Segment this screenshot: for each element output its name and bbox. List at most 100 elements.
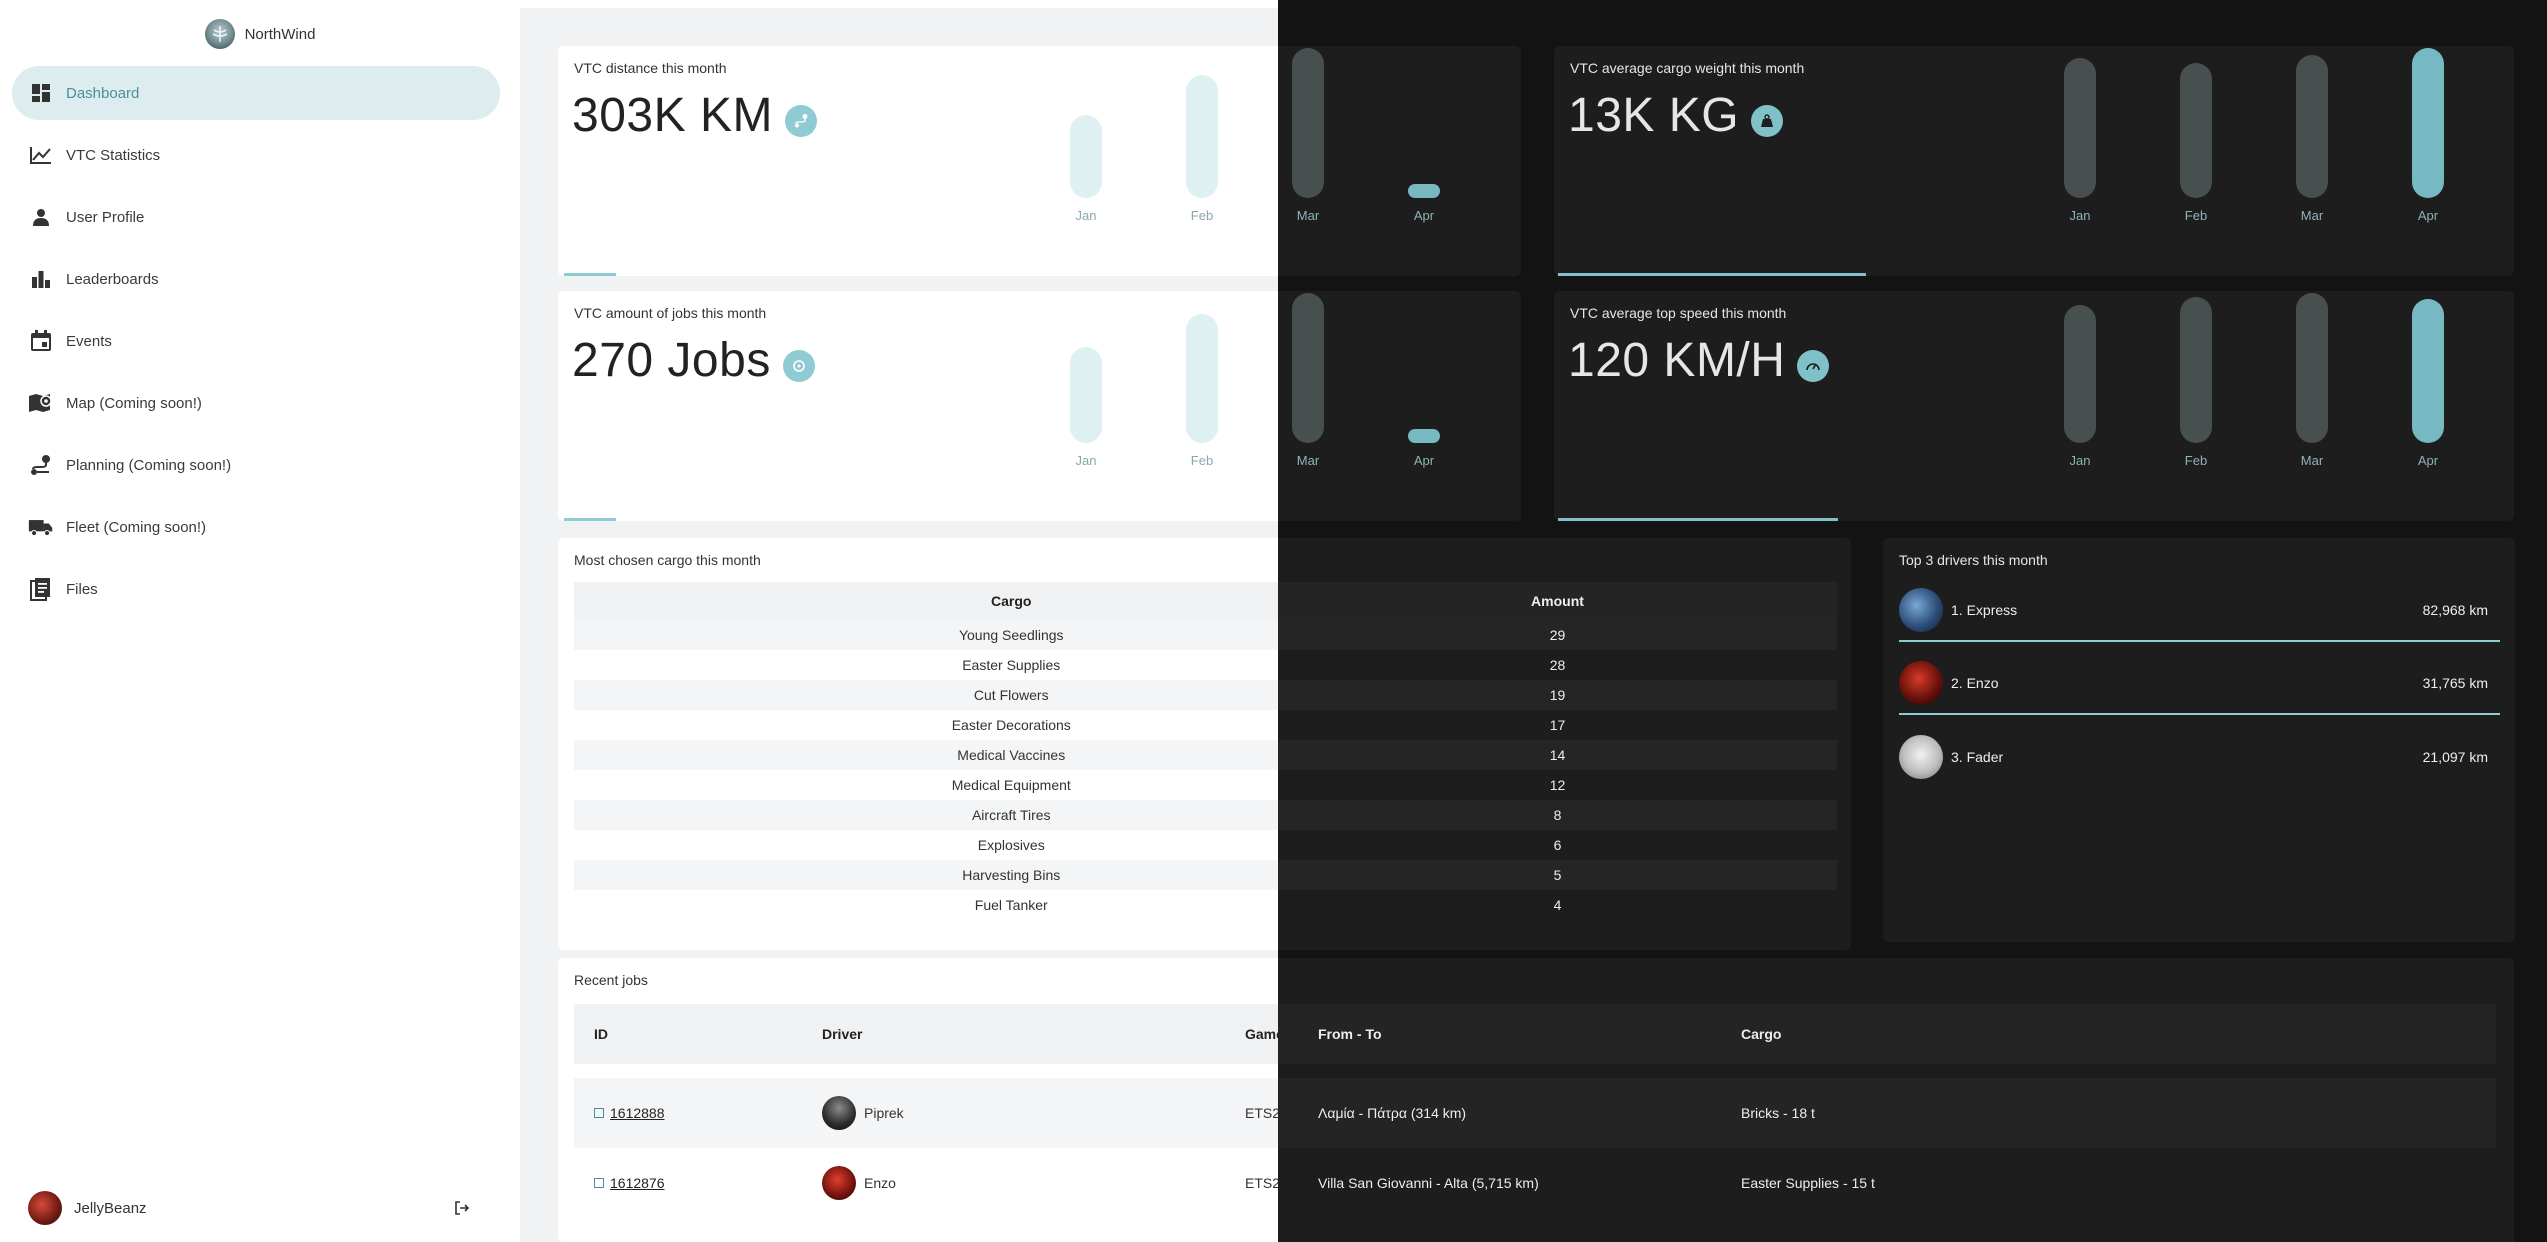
user-profile-row: JellyBeanz — [28, 1184, 473, 1232]
driver-distance: 21,097 km — [2422, 749, 2488, 765]
list-item[interactable]: 3. Fader 21,097 km — [1899, 726, 2500, 788]
bar-label: Apr — [1413, 453, 1435, 468]
list-item[interactable]: 1. Express 82,968 km — [1899, 580, 2500, 642]
bar-label: Feb — [1190, 453, 1214, 468]
bar-label: Mar — [1296, 453, 1320, 468]
sidebar-item-map[interactable]: Map (Coming soon!) — [12, 376, 500, 430]
sidebar-item-fleet[interactable]: Fleet (Coming soon!) — [12, 500, 500, 554]
avatar[interactable] — [28, 1191, 62, 1225]
bar-label: Mar — [2300, 208, 2324, 223]
external-link-icon — [594, 1178, 604, 1188]
bar-label: Feb — [1190, 208, 1214, 223]
table-row: Λαμία - Πάτρα (314 km) Bricks - 18 t — [1278, 1078, 2496, 1148]
sidebar-item-user-profile[interactable]: User Profile — [12, 190, 500, 244]
card-progress-bar — [564, 273, 616, 276]
bar-jan[interactable] — [2064, 305, 2096, 443]
bar-feb[interactable] — [2180, 63, 2212, 198]
mini-bar-chart-dark: Mar Apr — [1278, 293, 1521, 483]
cargo-amount: 12 — [1278, 770, 1837, 800]
sidebar-item-vtc-statistics[interactable]: VTC Statistics — [12, 128, 500, 182]
dashboard-icon — [28, 80, 54, 106]
bar-label: Jan — [1075, 453, 1097, 468]
driver-distance: 82,968 km — [2422, 602, 2488, 618]
sidebar-item-label: Map (Coming soon!) — [66, 394, 202, 412]
bar-apr[interactable] — [1408, 429, 1440, 443]
stat-card-jobs-dark: Mar Apr — [1278, 291, 1521, 521]
sidebar-item-dashboard[interactable]: Dashboard — [12, 66, 500, 120]
driver-name: 1. Express — [1951, 602, 2018, 618]
bar-label: Feb — [2184, 208, 2208, 223]
bar-label: Mar — [2300, 453, 2324, 468]
bar-label: Jan — [2069, 453, 2091, 468]
bar-apr[interactable] — [2412, 299, 2444, 443]
truck-icon — [28, 514, 54, 540]
route-icon — [28, 452, 54, 478]
box-icon — [782, 349, 815, 382]
person-icon — [28, 204, 54, 230]
bar-jan[interactable] — [2064, 58, 2096, 198]
brand-name: NorthWind — [244, 25, 316, 43]
bar-mar[interactable] — [1292, 48, 1324, 198]
bar-label: Apr — [2417, 208, 2439, 223]
bar-mar[interactable] — [2296, 55, 2328, 198]
sidebar-item-label: User Profile — [66, 208, 145, 226]
job-id-link[interactable]: 1612888 — [594, 1105, 665, 1121]
cargo-amount: 28 — [1278, 650, 1837, 680]
job-id: 1612888 — [610, 1105, 665, 1121]
brand[interactable]: NorthWind — [0, 18, 520, 50]
avatar — [1899, 735, 1943, 779]
sidebar-item-leaderboards[interactable]: Leaderboards — [12, 252, 500, 306]
cargo-amount: 14 — [1278, 740, 1837, 770]
bar-chart-icon — [28, 266, 54, 292]
driver-distance: 31,765 km — [2422, 675, 2488, 691]
stat-title: VTC distance this month — [574, 60, 727, 76]
stat-value: 303K KM — [572, 89, 773, 142]
job-id: 1612876 — [610, 1175, 665, 1191]
column-header[interactable]: Driver — [802, 1004, 1225, 1064]
sidebar-item-planning[interactable]: Planning (Coming soon!) — [12, 438, 500, 492]
bar-label: Apr — [2417, 453, 2439, 468]
bar-mar[interactable] — [1292, 293, 1324, 443]
cargo-amount: 4 — [1278, 890, 1837, 920]
mini-bar-chart: Jan Feb Mar Apr — [1554, 293, 2514, 483]
sidebar-item-label: Dashboard — [66, 84, 140, 102]
top-drivers-card: Top 3 drivers this month 1. Express 82,9… — [1883, 538, 2515, 942]
mini-bar-chart-dark: Mar Apr — [1278, 48, 1521, 238]
bar-mar[interactable] — [2296, 293, 2328, 443]
sidebar-item-events[interactable]: Events — [12, 314, 500, 368]
bar-apr[interactable] — [1408, 184, 1440, 198]
calendar-icon — [28, 328, 54, 354]
column-header[interactable]: From - To — [1298, 1004, 1721, 1064]
column-header[interactable]: ID — [574, 1004, 802, 1064]
stat-card-top-speed: VTC average top speed this month 120 KM/… — [1554, 291, 2514, 521]
cargo-amount: 17 — [1278, 710, 1837, 740]
avatar[interactable] — [822, 1096, 856, 1130]
sidebar-item-label: Events — [66, 332, 112, 350]
map-icon — [28, 390, 54, 416]
avatar[interactable] — [822, 1166, 856, 1200]
line-chart-icon — [28, 142, 54, 168]
table-row: Villa San Giovanni - Alta (5,715 km) Eas… — [1278, 1148, 2496, 1218]
list-item[interactable]: 2. Enzo 31,765 km — [1899, 653, 2500, 715]
sidebar-item-label: Leaderboards — [66, 270, 159, 288]
stat-card-distance-dark: Mar Apr — [1278, 46, 1521, 276]
job-id-link[interactable]: 1612876 — [594, 1175, 665, 1191]
stat-title: VTC amount of jobs this month — [574, 305, 767, 321]
bar-apr[interactable] — [2412, 48, 2444, 198]
bar-feb[interactable] — [1186, 75, 1218, 198]
column-header[interactable]: Amount — [1278, 582, 1837, 620]
sidebar-item-label: Planning (Coming soon!) — [66, 456, 232, 474]
stat-value: 270 Jobs — [572, 334, 771, 387]
bar-feb[interactable] — [1186, 314, 1218, 443]
bar-feb[interactable] — [2180, 297, 2212, 443]
cargo-amount: 8 — [1278, 800, 1837, 830]
bar-jan[interactable] — [1070, 115, 1102, 198]
recent-jobs-table-dark: From - To Cargo Λαμία - Πάτρα (314 km) B… — [1278, 1004, 2496, 1218]
logout-icon[interactable] — [451, 1197, 473, 1219]
bar-jan[interactable] — [1070, 347, 1102, 443]
route-cell: Λαμία - Πάτρα (314 km) — [1298, 1078, 1721, 1148]
cargo-card-dark: Amount 29 28 19 17 14 12 8 6 5 4 — [1278, 538, 1851, 950]
card-progress-bar — [1558, 518, 1838, 521]
sidebar-item-files[interactable]: Files — [12, 562, 500, 616]
column-header[interactable]: Cargo — [1721, 1004, 2144, 1064]
